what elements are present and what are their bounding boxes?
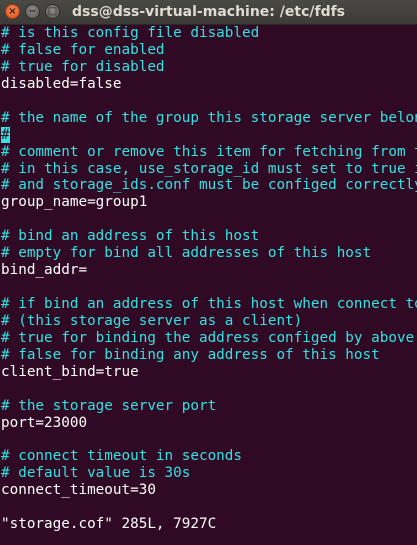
config-line: client_bind=true [1,363,139,380]
vim-status-line: "storage.cof" 285L, 7927C [1,516,217,533]
comment-line: # true for binding the address configed … [1,329,415,346]
comment-line: # default value is 30s [1,465,191,482]
comment-line: # if bind an address of this host when c… [1,296,417,312]
cursor-line: # [1,126,417,144]
window-title: dss@dss-virtual-machine: /etc/fdfs [72,4,346,20]
terminal-window: × − □ dss@dss-virtual-machine: /etc/fdfs… [0,0,417,545]
comment-line: # comment or remove this item for fetchi… [1,143,417,160]
comment-line: # and storage_ids.conf must be configed … [1,177,417,194]
config-line: port=23000 [1,414,88,431]
config-line: bind_addr= [1,262,88,279]
comment-line: # bind an address of this host [1,228,260,245]
comment-line: # false for binding any address of this … [1,346,380,363]
minimize-button[interactable]: − [25,4,40,19]
comment-line: # the storage server port [1,397,217,414]
close-button[interactable]: × [5,4,20,19]
comment-line: # the name of the group this storage ser… [1,109,417,126]
comment-line: # (this storage server as a client) [1,312,303,329]
config-line: connect_timeout=30 [1,482,156,499]
comment-line: # is this config file disabled [1,25,260,41]
comment-line: # connect timeout in seconds [1,448,243,465]
comment-line: # in this case, use_storage_id must set … [1,160,417,177]
terminal-text-area[interactable]: # is this config file disabled # false fo… [1,25,417,545]
text-cursor: # [1,126,10,143]
maximize-button[interactable]: □ [45,4,60,19]
config-line: group_name=group1 [1,194,148,211]
config-line: disabled=false [1,75,122,92]
comment-line: # false for enabled [1,41,165,58]
minimize-icon: − [28,6,37,17]
close-icon: × [8,6,17,17]
comment-line: # true for disabled [1,58,165,75]
comment-line: # empty for bind all addresses of this h… [1,245,372,262]
maximize-icon: □ [47,6,58,17]
title-bar[interactable]: × − □ dss@dss-virtual-machine: /etc/fdfs [0,0,417,25]
